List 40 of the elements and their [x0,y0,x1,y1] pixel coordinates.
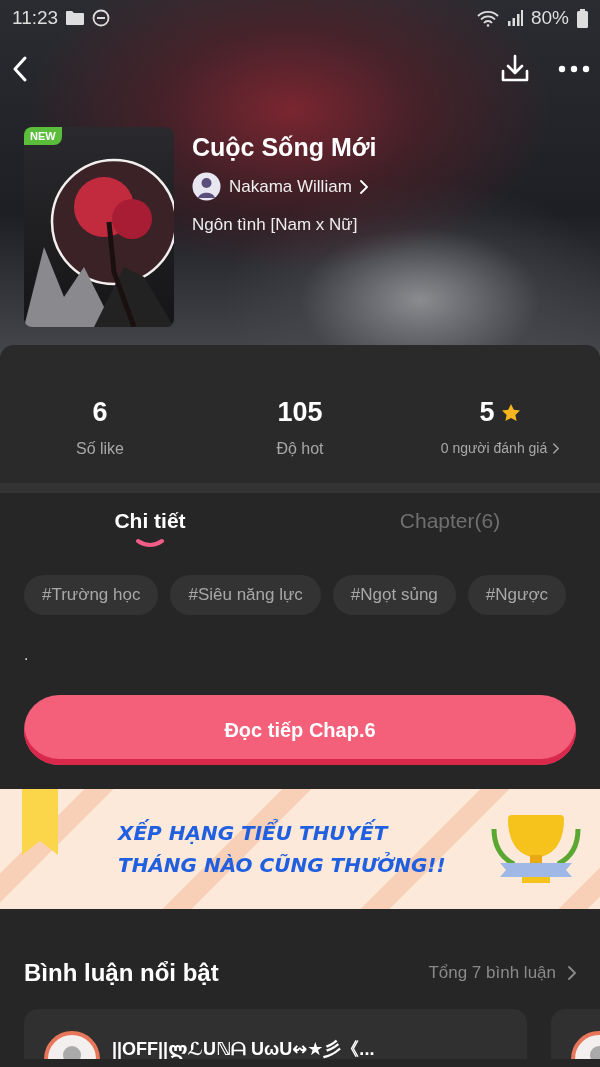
do-not-disturb-icon [92,9,111,27]
wifi-icon [476,9,499,27]
star-icon [500,402,521,423]
section-title: Bình luận nổi bật [24,959,220,987]
tag-chip[interactable]: #Trường học [24,575,159,615]
signal-icon [506,10,523,26]
description-text: . [24,645,30,665]
genre-text: Ngôn tình [Nam x Nữ] [192,215,359,235]
tag-chip[interactable]: #Ngọt sủng [332,575,456,615]
battery-icon [577,8,588,28]
folder-icon [66,11,85,25]
all-comments-link[interactable]: Tổng 7 bình luận [428,963,576,983]
banner-text: XẾP HẠNG TIỂU THUYẾT [118,821,390,845]
chevron-right-icon [553,442,560,454]
new-badge: NEW [24,127,62,145]
book-title: Cuộc Sống Mới [192,133,377,162]
tab[interactable]: Chi tiết [0,493,300,555]
stat-value: 105 [277,397,323,428]
tag-chip[interactable]: #Siêu năng lực [170,575,321,615]
ratings-link[interactable]: 0 người đánh giá [440,440,560,456]
stat-value: 6 [92,397,108,428]
battery-percent: 80% [530,7,569,29]
ribbon-icon [22,789,58,855]
comment-username: ||OFF||ლℒUℕᗩ UωU↭★彡《... [112,1038,375,1059]
tag-chip[interactable]: #Ngược [467,575,567,615]
status-time: 11:23 [12,7,59,29]
more-button[interactable] [558,65,590,73]
author-link[interactable]: Nakama William [192,172,377,201]
comment-card[interactable]: ||OFF||ლℒUℕᗩ UωU↭★彡《... [24,1009,527,1059]
chevron-right-icon [359,179,368,194]
banner-text: THÁNG NÀO CŨNG THƯỞNG!! [118,853,447,877]
download-button[interactable] [500,54,530,84]
stat-label: Độ hot [276,440,324,458]
avatar-icon [192,172,221,201]
tab-indicator-icon [135,538,165,548]
stat-value: 5 [479,397,495,428]
stat-label: Số like [76,440,124,458]
chevron-right-icon [568,966,576,980]
continue-reading-button[interactable]: Đọc tiếp Chap.6 [24,695,576,765]
tab[interactable]: Chapter(6) [300,493,600,555]
